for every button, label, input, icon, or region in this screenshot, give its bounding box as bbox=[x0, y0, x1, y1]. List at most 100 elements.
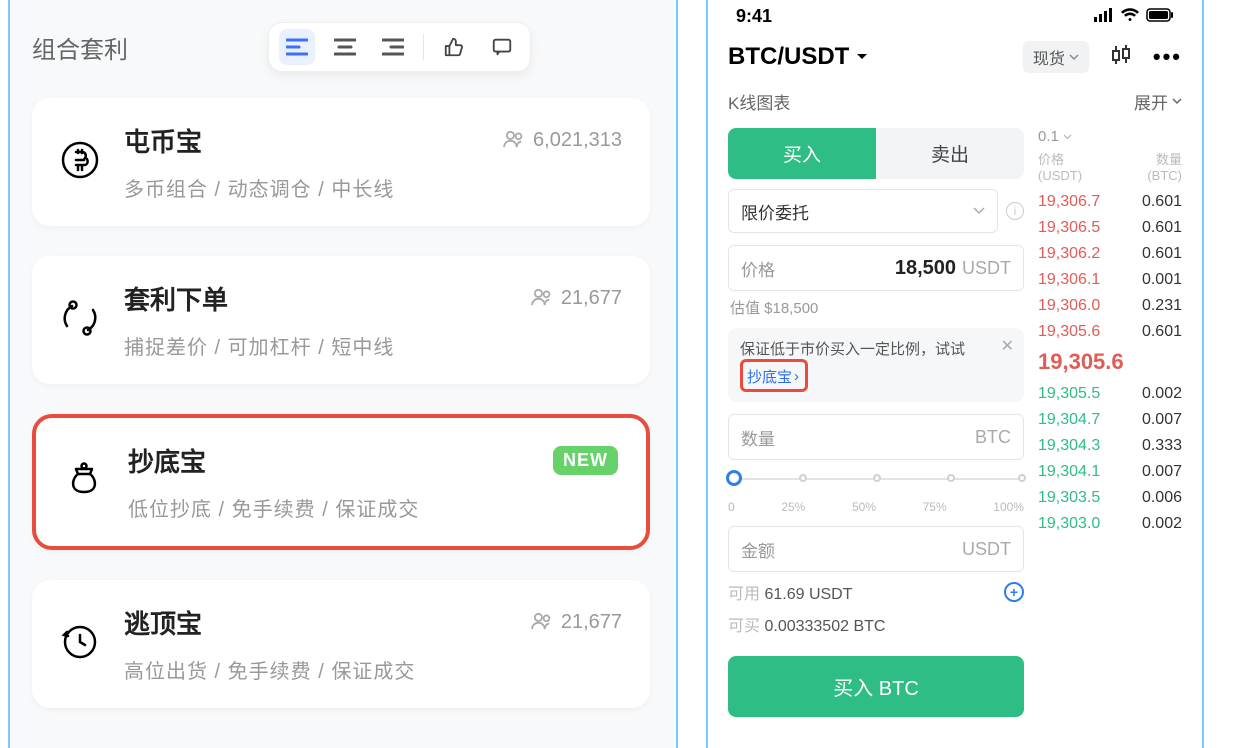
chevron-right-icon: › bbox=[794, 368, 799, 385]
comment-button[interactable] bbox=[484, 29, 520, 65]
candlestick-icon[interactable] bbox=[1109, 43, 1133, 72]
ask-price: 19,305.6 bbox=[1038, 323, 1100, 341]
qty-label: 数量 bbox=[741, 425, 775, 450]
align-right-button[interactable] bbox=[375, 29, 411, 65]
tab-sell[interactable]: 卖出 bbox=[876, 128, 1024, 179]
card-title: 套利下单 bbox=[124, 280, 228, 317]
ask-row[interactable]: 19,306.00.231 bbox=[1038, 293, 1182, 319]
card-title: 屯币宝 bbox=[124, 122, 202, 159]
product-card[interactable]: 套利下单 21,677 捕捉差价 / 可加杠杆 / 短中线 bbox=[32, 256, 650, 384]
bitcoin-icon bbox=[60, 140, 104, 184]
available-label: 可用 bbox=[728, 586, 760, 603]
tab-buy[interactable]: 买入 bbox=[728, 128, 876, 179]
amount-label: 金额 bbox=[741, 537, 775, 562]
bid-price: 19,304.7 bbox=[1038, 411, 1100, 429]
toolbar-separator bbox=[423, 34, 424, 60]
chevron-down-icon bbox=[973, 207, 985, 215]
bid-qty: 0.007 bbox=[1142, 411, 1182, 429]
battery-icon bbox=[1146, 6, 1174, 27]
ask-row[interactable]: 19,306.50.601 bbox=[1038, 215, 1182, 241]
bid-qty: 0.002 bbox=[1142, 385, 1182, 403]
ob-qty-header: 数量 bbox=[1147, 149, 1182, 168]
bid-row[interactable]: 19,305.5 0.002 bbox=[1038, 381, 1182, 407]
bid-price: 19,303.5 bbox=[1038, 489, 1100, 507]
ask-row[interactable]: 19,306.70.601 bbox=[1038, 189, 1182, 215]
ask-qty: 0.231 bbox=[1142, 297, 1182, 315]
ask-qty: 0.601 bbox=[1142, 193, 1182, 211]
card-subtitle: 多币组合 / 动态调仓 / 中长线 bbox=[124, 173, 622, 202]
depth-select[interactable]: 0.1 bbox=[1038, 128, 1072, 145]
status-time: 9:41 bbox=[736, 6, 772, 27]
bid-row[interactable]: 19,304.1 0.007 bbox=[1038, 459, 1182, 485]
canbuy-value: 0.00333502 BTC bbox=[764, 618, 885, 635]
chevron-down-icon bbox=[1172, 98, 1182, 105]
canbuy-label: 可买 bbox=[728, 618, 760, 635]
thumbs-up-button[interactable] bbox=[436, 29, 472, 65]
expand-label: 展开 bbox=[1134, 89, 1168, 114]
bid-price: 19,304.1 bbox=[1038, 463, 1100, 481]
amount-unit: USDT bbox=[962, 539, 1011, 560]
ask-row[interactable]: 19,306.20.601 bbox=[1038, 241, 1182, 267]
tip-link[interactable]: 抄底宝 › bbox=[747, 366, 799, 387]
orderbook: 0.1 价格 (USDT) 数量 (BTC) 19,306.70.60119,3… bbox=[1038, 128, 1182, 717]
chevron-down-icon bbox=[1069, 54, 1079, 61]
close-icon[interactable]: ✕ bbox=[1001, 336, 1014, 356]
toolbar bbox=[268, 22, 531, 72]
bid-row[interactable]: 19,303.50.006 bbox=[1038, 485, 1182, 511]
order-type-select[interactable]: 限价委托 bbox=[728, 189, 998, 233]
panel-title: 组合套利 bbox=[32, 30, 128, 65]
card-subtitle: 低位抄底 / 免手续费 / 保证成交 bbox=[128, 493, 618, 522]
ask-qty: 0.601 bbox=[1142, 323, 1182, 341]
product-card[interactable]: 逃顶宝 21,677 高位出货 / 免手续费 / 保证成交 bbox=[32, 580, 650, 708]
users-icon bbox=[503, 130, 525, 152]
expand-button[interactable]: 展开 bbox=[1134, 89, 1182, 114]
more-button[interactable]: ••• bbox=[1153, 44, 1182, 70]
spot-label: 现货 bbox=[1033, 45, 1065, 69]
right-panel: 9:41 BTC/USDT 现货 ••• K线图表 bbox=[706, 0, 1204, 748]
bid-row[interactable]: 19,304.7 0.007 bbox=[1038, 407, 1182, 433]
left-panel: 组合套利 bbox=[8, 0, 678, 748]
amount-input[interactable]: 金额 USDT bbox=[728, 526, 1024, 572]
users-icon bbox=[531, 612, 553, 634]
product-card[interactable]: 屯币宝 6,021,313 多币组合 / 动态调仓 / 中长线 bbox=[32, 98, 650, 226]
last-price: 19,305.6 bbox=[1038, 345, 1182, 381]
ask-price: 19,306.2 bbox=[1038, 245, 1100, 263]
qty-unit: BTC bbox=[975, 427, 1011, 448]
users-count: 21,677 bbox=[561, 287, 622, 310]
price-label: 价格 bbox=[741, 256, 775, 281]
tip-link-label: 抄底宝 bbox=[747, 366, 792, 387]
tip-text: 保证低于市价买入一定比例，试试 bbox=[740, 341, 965, 358]
pair-label: BTC/USDT bbox=[728, 43, 849, 71]
available-value: 61.69 USDT bbox=[764, 586, 852, 603]
quantity-slider[interactable] bbox=[728, 468, 1024, 496]
ask-row[interactable]: 19,305.6 0.601 bbox=[1038, 319, 1182, 345]
card-subtitle: 高位出货 / 免手续费 / 保证成交 bbox=[124, 655, 622, 684]
ask-row[interactable]: 19,306.10.001 bbox=[1038, 267, 1182, 293]
buy-button[interactable]: 买入 BTC bbox=[728, 656, 1024, 717]
bid-price: 19,305.5 bbox=[1038, 385, 1100, 403]
new-badge: NEW bbox=[553, 446, 618, 475]
price-input[interactable]: 价格 18,500 USDT bbox=[728, 245, 1024, 291]
bid-row[interactable]: 19,303.00.002 bbox=[1038, 511, 1182, 537]
users-count: 21,677 bbox=[561, 611, 622, 634]
bid-qty: 0.333 bbox=[1142, 437, 1182, 455]
bid-qty: 0.007 bbox=[1142, 463, 1182, 481]
align-center-button[interactable] bbox=[327, 29, 363, 65]
info-icon[interactable]: i bbox=[1006, 202, 1024, 220]
market-type-selector[interactable]: 现货 bbox=[1023, 41, 1089, 73]
quantity-input[interactable]: 数量 BTC bbox=[728, 414, 1024, 460]
add-funds-button[interactable]: + bbox=[1004, 582, 1024, 602]
users-icon bbox=[531, 288, 553, 310]
clock-arrow-icon bbox=[60, 622, 104, 666]
signal-icon bbox=[1094, 6, 1114, 27]
ask-price: 19,306.5 bbox=[1038, 219, 1100, 237]
price-unit: USDT bbox=[962, 258, 1011, 279]
bid-row[interactable]: 19,304.30.333 bbox=[1038, 433, 1182, 459]
card-subtitle: 捕捉差价 / 可加杠杆 / 短中线 bbox=[124, 331, 622, 360]
ob-price-header: 价格 bbox=[1038, 149, 1082, 168]
bag-icon bbox=[64, 460, 108, 504]
trading-pair[interactable]: BTC/USDT bbox=[728, 43, 869, 71]
product-card[interactable]: 抄底宝 NEW 低位抄底 / 免手续费 / 保证成交 bbox=[32, 414, 650, 550]
align-left-button[interactable] bbox=[279, 29, 315, 65]
card-title: 抄底宝 bbox=[128, 442, 206, 479]
